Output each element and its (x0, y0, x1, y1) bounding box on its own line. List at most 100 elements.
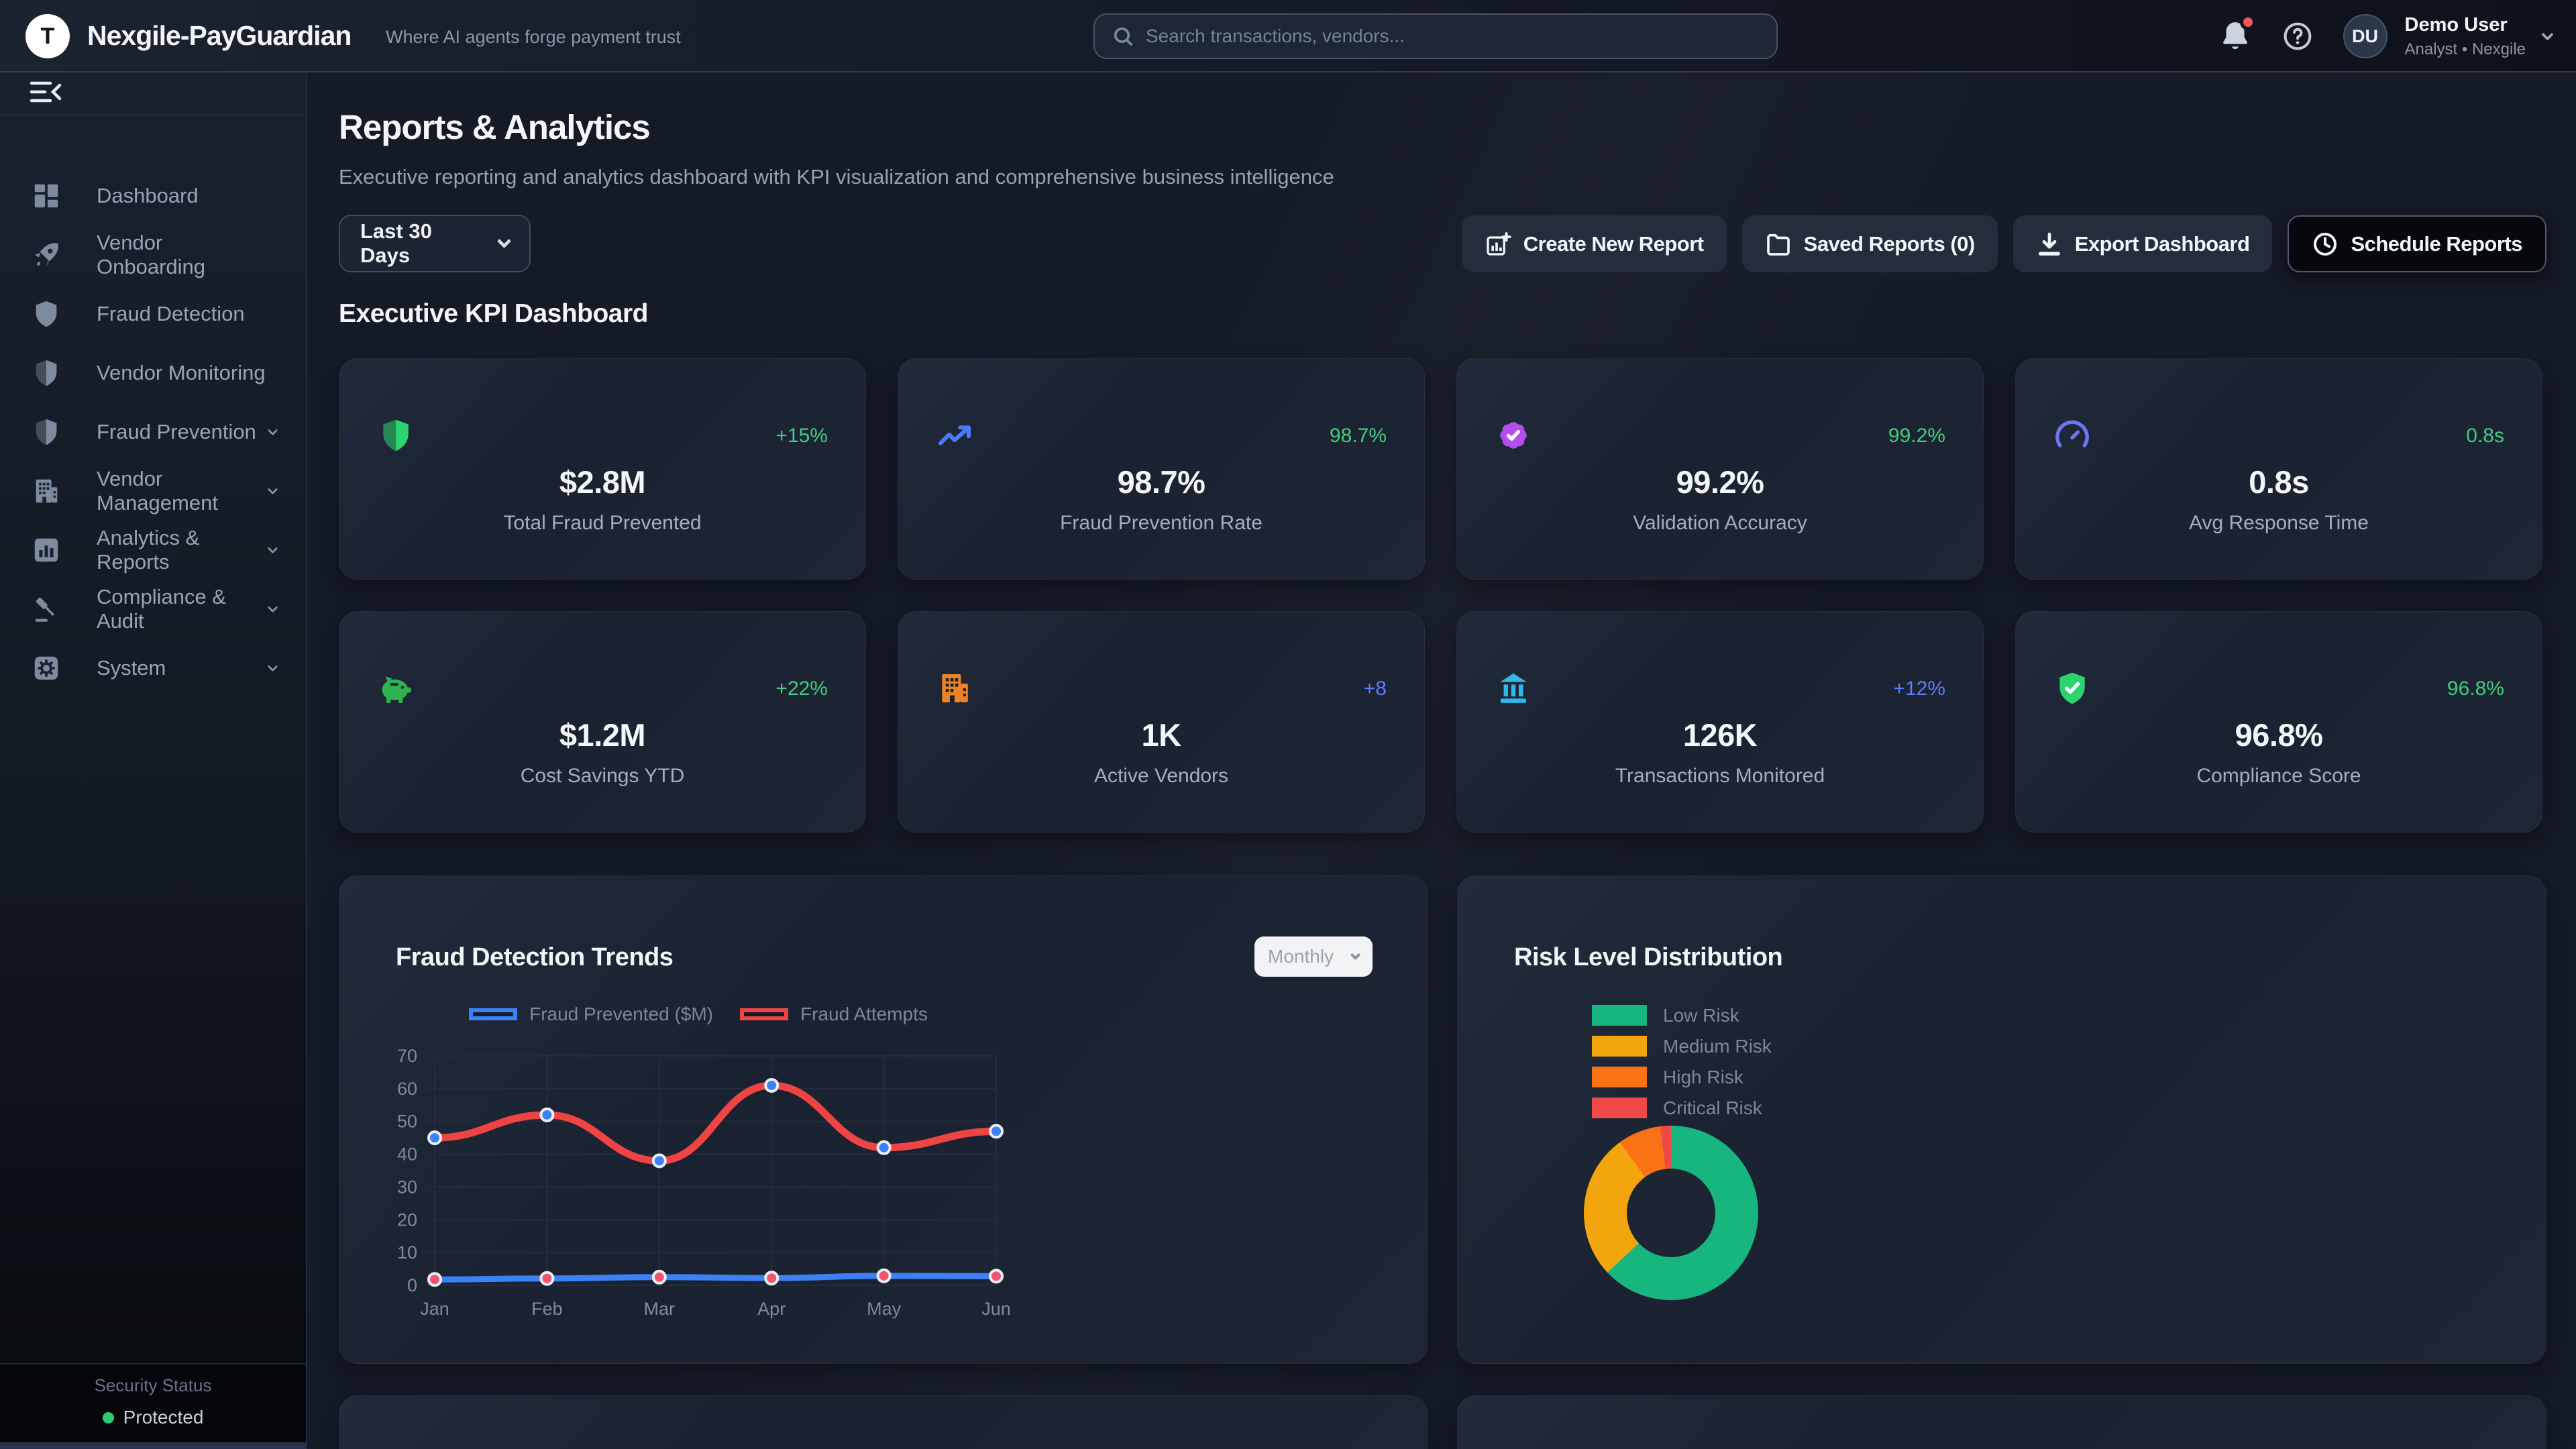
search-input[interactable] (1146, 25, 1760, 47)
download-icon (2036, 231, 2063, 258)
kpi-trend-badge: 99.2% (1888, 425, 1945, 447)
svg-text:20: 20 (397, 1210, 417, 1230)
legend-swatch (1592, 1005, 1647, 1026)
date-range-select[interactable]: Last 30 Days (339, 215, 531, 272)
shield-check-icon (2053, 669, 2091, 707)
notification-dot (2240, 14, 2256, 30)
trending-up-icon (936, 417, 973, 454)
folder-icon (1765, 231, 1792, 258)
legend-swatch (1592, 1067, 1647, 1087)
kpi-shield-icon (377, 417, 415, 454)
svg-text:Mar: Mar (644, 1299, 676, 1319)
kpi-value: $1.2M (339, 716, 865, 753)
kpi-value: $2.8M (339, 464, 865, 500)
legend-item[interactable]: Critical Risk (1592, 1097, 1772, 1118)
partial-card (339, 1395, 1428, 1449)
kpi-card-transactions-monitored: +12% 126K Transactions Monitored (1456, 611, 1984, 833)
app-title: Nexgile-PayGuardian (87, 20, 351, 52)
help-button[interactable] (2282, 20, 2314, 52)
svg-text:10: 10 (397, 1242, 417, 1263)
shield-half-icon (31, 358, 62, 388)
kpi-value: 1K (898, 716, 1424, 753)
kpi-label: Total Fraud Prevented (339, 512, 865, 535)
legend-item[interactable]: High Risk (1592, 1067, 1772, 1087)
sidebar-item-label: Fraud Detection (97, 302, 276, 326)
schedule-reports-button[interactable]: Schedule Reports (2288, 215, 2546, 272)
period-select-value: Monthly (1268, 946, 1341, 967)
export-dashboard-button[interactable]: Export Dashboard (2013, 215, 2273, 272)
svg-text:50: 50 (397, 1112, 417, 1132)
sidebar-item-vendor-management[interactable]: Vendor Management (0, 462, 306, 521)
legend-item[interactable]: Fraud Attempts (740, 1004, 928, 1025)
sidebar-item-label: System (97, 656, 269, 680)
building-icon (31, 476, 62, 506)
clock-icon (2312, 231, 2339, 258)
dashboard-icon (31, 180, 62, 211)
sidebar-item-compliance-audit[interactable]: Compliance & Audit (0, 580, 306, 639)
sidebar-item-label: Dashboard (97, 184, 276, 208)
kpi-card-cost-savings-ytd: +22% $1.2M Cost Savings YTD (339, 611, 866, 833)
legend-swatch (1592, 1097, 1647, 1118)
security-status-panel: Security Status Protected (0, 1363, 306, 1442)
kpi-grid: +15% $2.8M Total Fraud Prevented 98.7% 9… (339, 358, 2542, 833)
legend-label: Critical Risk (1663, 1097, 1762, 1119)
kpi-card-avg-response-time: 0.8s 0.8s Avg Response Time (2015, 358, 2542, 580)
shield-half-icon (31, 417, 62, 447)
trend-chart-title: Fraud Detection Trends (396, 943, 673, 972)
main-content: Reports & Analytics Executive reporting … (307, 72, 2576, 1449)
legend-item[interactable]: Low Risk (1592, 1005, 1772, 1026)
actions-toolbar: Create New Report Saved Reports (0) Expo… (1462, 215, 2546, 272)
app-header: T Nexgile-PayGuardian Where AI agents fo… (0, 0, 2576, 72)
date-range-value: Last 30 Days (360, 219, 482, 268)
global-search[interactable] (1093, 13, 1778, 59)
sidebar-item-label: Vendor Management (97, 467, 269, 515)
trend-chart-legend: Fraud Prevented ($M) Fraud Attempts (380, 1004, 1017, 1025)
sidebar-item-system[interactable]: System (0, 639, 306, 698)
chevron-down-icon (2541, 28, 2553, 40)
sidebar-item-vendor-monitoring[interactable]: Vendor Monitoring (0, 343, 306, 402)
kpi-trend-badge: +22% (775, 678, 828, 700)
kpi-label: Validation Accuracy (1457, 512, 1983, 535)
bell-icon (2218, 44, 2252, 56)
sidebar-item-fraud-prevention[interactable]: Fraud Prevention (0, 402, 306, 462)
kpi-trend-badge: +8 (1364, 678, 1387, 700)
collapse-sidebar-icon (28, 77, 66, 107)
sidebar-item-fraud-detection[interactable]: Fraud Detection (0, 284, 306, 343)
user-menu[interactable]: DU Demo User Analyst • Nexgile (2343, 14, 2552, 59)
sidebar-item-analytics-reports[interactable]: Analytics & Reports (0, 521, 306, 580)
create-new-report-button[interactable]: Create New Report (1462, 215, 1727, 272)
sidebar-collapse-button[interactable] (28, 77, 66, 110)
kpi-card-compliance-score: 96.8% 96.8% Compliance Score (2015, 611, 2542, 833)
sidebar-item-label: Fraud Prevention (97, 420, 269, 444)
chevron-down-icon (1350, 950, 1361, 961)
section-heading: Executive KPI Dashboard (339, 299, 648, 329)
avatar: DU (2343, 14, 2387, 58)
legend-item[interactable]: Medium Risk (1592, 1036, 1772, 1057)
legend-label: Fraud Attempts (800, 1004, 928, 1025)
sidebar-nav: Dashboard Vendor Onboarding Fraud Detect… (0, 115, 306, 698)
legend-swatch (740, 1008, 788, 1020)
period-select[interactable]: Monthly (1254, 936, 1373, 977)
sidebar-item-vendor-onboarding[interactable]: Vendor Onboarding (0, 225, 306, 284)
svg-text:Jan: Jan (420, 1299, 449, 1319)
notifications-button[interactable] (2218, 19, 2252, 53)
kpi-trend-badge: +15% (775, 425, 828, 447)
shield-icon (31, 299, 62, 329)
legend-label: Low Risk (1663, 1005, 1739, 1026)
legend-item[interactable]: Fraud Prevented ($M) (469, 1004, 713, 1025)
kpi-card-fraud-prevention-rate: 98.7% 98.7% Fraud Prevention Rate (898, 358, 1425, 580)
piggy-bank-icon (377, 669, 415, 707)
saved-reports-0-button[interactable]: Saved Reports (0) (1742, 215, 1998, 272)
sidebar-item-dashboard[interactable]: Dashboard (0, 166, 306, 225)
trend-chart-canvas: 010203040506070JanFebMarAprMayJun (360, 1038, 1084, 1354)
kpi-label: Compliance Score (2016, 765, 2542, 788)
legend-label: Fraud Prevented ($M) (529, 1004, 713, 1025)
page-title: Reports & Analytics (339, 107, 650, 147)
risk-chart-legend: Low Risk Medium Risk High Risk Critical … (1592, 1005, 1772, 1118)
chevron-down-icon (268, 661, 278, 672)
kpi-card-total-fraud-prevented: +15% $2.8M Total Fraud Prevented (339, 358, 866, 580)
chart-plus-icon (1485, 231, 1511, 258)
svg-text:Jun: Jun (981, 1299, 1011, 1319)
kpi-label: Fraud Prevention Rate (898, 512, 1424, 535)
search-icon (1111, 24, 1135, 48)
